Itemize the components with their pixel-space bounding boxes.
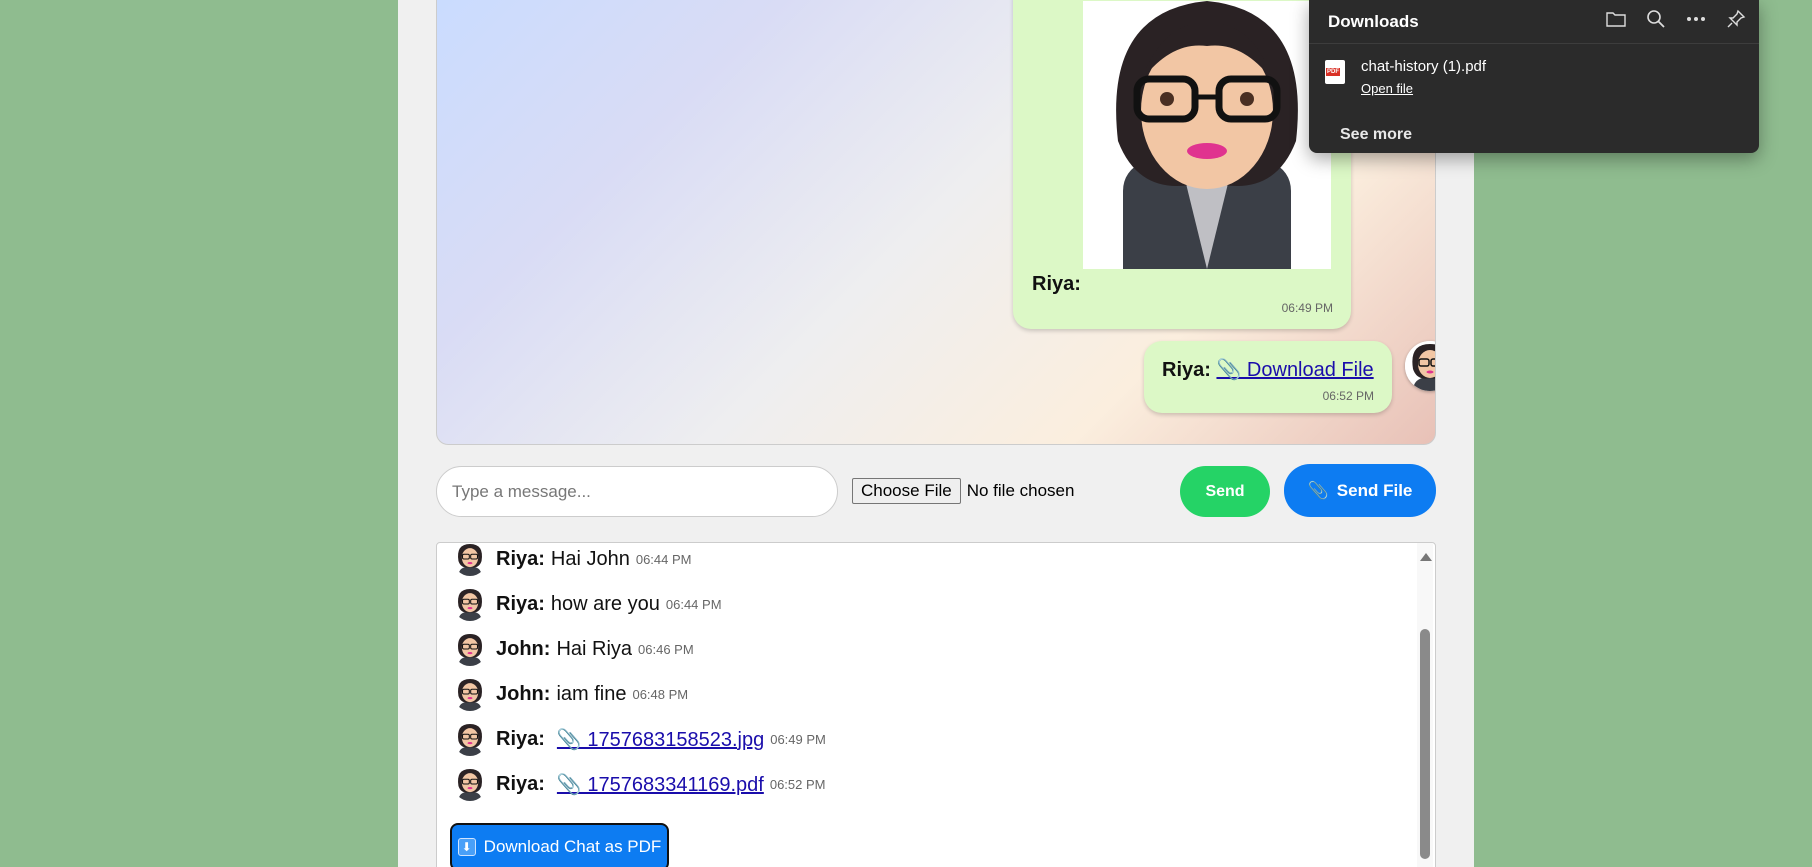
- scroll-up-icon[interactable]: [1420, 553, 1432, 561]
- downloads-toolbar: [1605, 8, 1747, 30]
- message-sender: Riya:: [1032, 273, 1081, 295]
- avatar: [453, 677, 487, 711]
- send-button[interactable]: Send: [1180, 466, 1270, 517]
- choose-file-button[interactable]: Choose File: [852, 478, 961, 504]
- download-file-link[interactable]: 📎 Download File: [1216, 359, 1373, 381]
- open-file-link[interactable]: Open file: [1361, 81, 1413, 96]
- chat-messages-area: Riya: 06:49 PM Riya: 📎 Download File 06:…: [436, 0, 1436, 445]
- history-time: 06:48 PM: [632, 686, 689, 702]
- avatar: [453, 543, 487, 576]
- image-message-bubble: Riya: 06:49 PM: [1013, 0, 1351, 329]
- file-status: No file chosen: [966, 481, 1075, 500]
- avatar: [453, 767, 487, 801]
- history-time: 06:44 PM: [635, 551, 692, 567]
- send-file-label: Send File: [1336, 480, 1413, 500]
- paperclip-icon: 📎: [1307, 480, 1329, 500]
- download-file-name: chat-history (1).pdf: [1361, 58, 1487, 75]
- history-row: Riya: Hai John 06:44 PM: [453, 543, 692, 579]
- pdf-badge: PDF: [1326, 68, 1340, 76]
- history-time: 06:52 PM: [769, 776, 826, 792]
- history-row: John: iam fine 06:48 PM: [453, 674, 688, 714]
- message-time: 06:49 PM: [1281, 301, 1333, 315]
- chat-history-panel: Riya: Hai John 06:44 PM Riya: how are you 06:…: [436, 542, 1436, 867]
- history-row: Riya: 📎 1757683158523.jpg 06:49 PM: [453, 719, 826, 759]
- history-row: John: Hai Riya 06:46 PM: [453, 629, 694, 669]
- history-text: Hai John: [550, 547, 630, 570]
- send-file-button[interactable]: 📎 Send File: [1284, 464, 1436, 517]
- file-message-line: Riya: 📎 Download File: [1162, 357, 1374, 382]
- history-row: Riya: 📎 1757683341169.pdf 06:52 PM: [453, 764, 826, 804]
- history-sender: Riya:: [496, 772, 545, 795]
- folder-icon[interactable]: [1605, 8, 1627, 30]
- download-item-text: chat-history (1).pdf Open file: [1361, 58, 1486, 98]
- downloads-flyout: Downloads PDF chat-history (1).pdf Open …: [1309, 0, 1759, 153]
- shared-image[interactable]: [1083, 1, 1331, 269]
- pdf-file-icon: PDF: [1325, 60, 1345, 84]
- history-file-link[interactable]: 📎 1757683341169.pdf: [557, 772, 764, 797]
- history-time: 06:49 PM: [770, 731, 826, 747]
- download-chat-pdf-button[interactable]: ⬇ Download Chat as PDF: [450, 823, 669, 867]
- see-more-link[interactable]: See more: [1340, 126, 1412, 144]
- more-options-icon[interactable]: [1685, 8, 1707, 30]
- history-sender: John:: [496, 682, 551, 705]
- message-time: 06:52 PM: [1322, 389, 1374, 403]
- download-icon: ⬇: [457, 838, 476, 856]
- message-input[interactable]: [436, 466, 838, 517]
- download-item[interactable]: PDF chat-history (1).pdf Open file: [1325, 58, 1486, 98]
- avatar: [1405, 341, 1435, 391]
- history-text: Hai Riya: [556, 637, 633, 660]
- history-text: how are you: [550, 592, 660, 615]
- avatar: [453, 587, 487, 621]
- scroll-thumb[interactable]: [1420, 629, 1430, 859]
- history-file-link[interactable]: 📎 1757683158523.jpg: [557, 727, 764, 752]
- file-picker[interactable]: Choose File No file chosen: [852, 478, 1074, 504]
- search-icon[interactable]: [1645, 8, 1667, 30]
- avatar: [453, 722, 487, 756]
- downloads-title: Downloads: [1328, 11, 1419, 31]
- history-row: Riya: how are you 06:44 PM: [453, 584, 722, 624]
- history-time: 06:46 PM: [638, 641, 694, 657]
- history-text: iam fine: [556, 682, 627, 705]
- avatar: [453, 632, 487, 666]
- history-sender: Riya:: [496, 727, 545, 750]
- pin-icon[interactable]: [1725, 8, 1747, 30]
- file-message-bubble: Riya: 📎 Download File 06:52 PM: [1144, 341, 1392, 413]
- history-sender: Riya:: [496, 547, 545, 570]
- history-sender: Riya:: [496, 592, 545, 615]
- history-scrollbar[interactable]: [1417, 543, 1433, 867]
- download-chat-pdf-label: Download Chat as PDF: [483, 837, 662, 856]
- history-sender: John:: [496, 637, 551, 660]
- history-time: 06:44 PM: [665, 596, 722, 612]
- message-sender: Riya:: [1162, 359, 1211, 381]
